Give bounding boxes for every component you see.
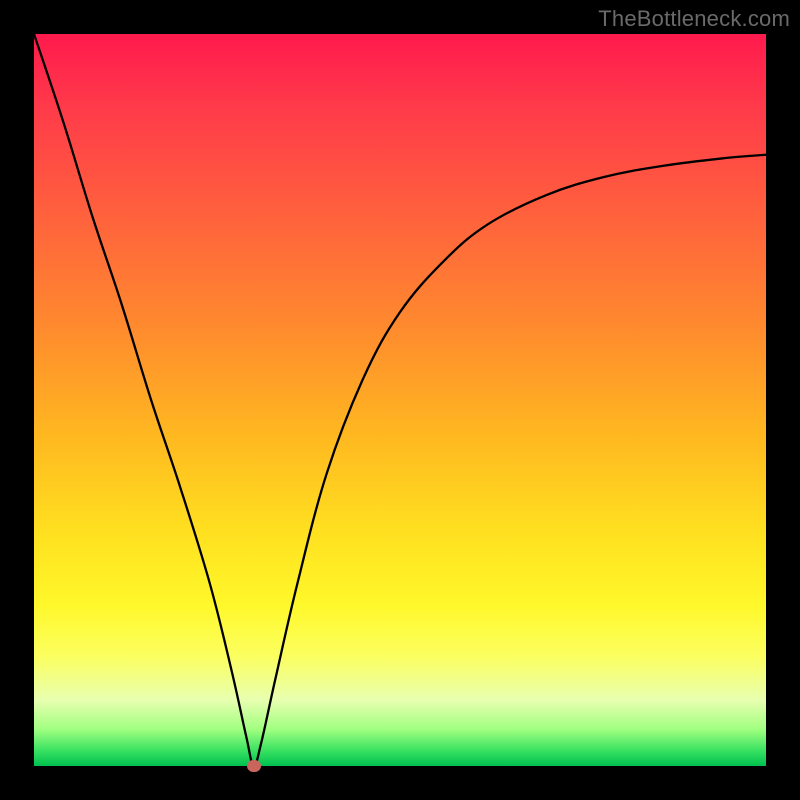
chart-frame: TheBottleneck.com <box>0 0 800 800</box>
bottleneck-curve <box>34 34 766 766</box>
min-point-marker <box>247 760 261 772</box>
plot-area <box>34 34 766 766</box>
site-watermark: TheBottleneck.com <box>598 6 790 32</box>
curve-layer <box>34 34 766 766</box>
